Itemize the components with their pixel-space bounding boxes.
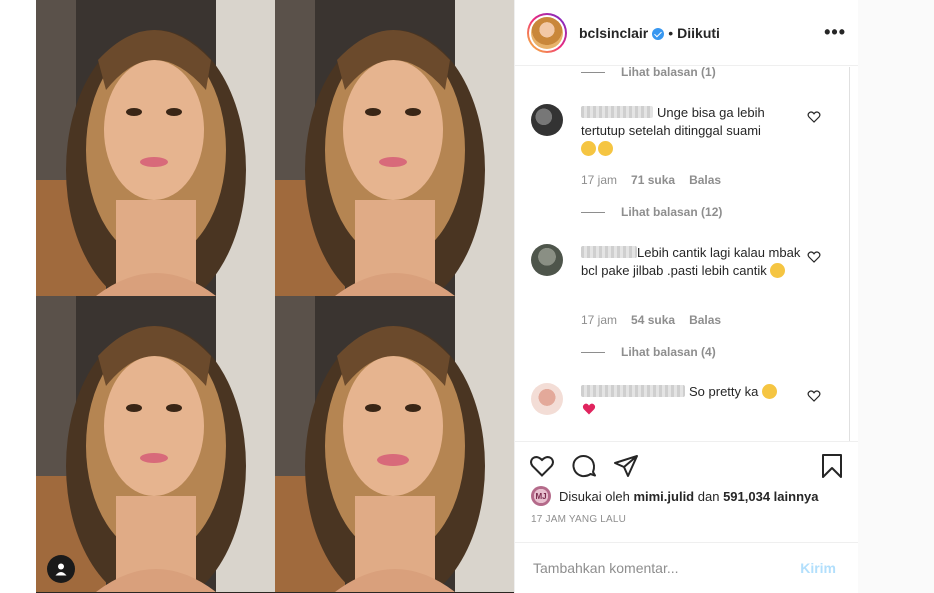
author-username[interactable]: bclsinclair [579,25,648,41]
comment-meta: 17 jam 54 suka Balas [581,313,721,327]
header-separator: • [668,24,674,41]
post-header: bclsinclair • Diikuti ••• [515,0,858,66]
share-paper-plane-icon[interactable] [613,454,639,478]
view-replies-label: Lihat balasan (1) [621,67,716,79]
like-comment-heart-icon[interactable] [807,110,821,124]
post-image[interactable] [36,0,514,593]
like-comment-heart-icon[interactable] [807,250,821,264]
loudly-crying-face-icon [581,141,596,156]
comment-bubble-icon[interactable] [571,453,597,479]
comment-time: 17 jam [581,313,618,327]
likes-connector: dan [697,488,720,504]
comment-meta: 17 jam 71 suka Balas [581,173,721,187]
liker-username[interactable]: mimi.julid [633,489,694,504]
like-heart-icon[interactable] [529,454,555,478]
divider-line [581,351,605,353]
add-comment-bar: Kirim [515,542,858,593]
save-bookmark-icon[interactable] [820,453,844,479]
view-replies-label: Lihat balasan (4) [621,345,716,359]
photo-tile-2 [275,0,514,296]
commenter-avatar[interactable] [531,104,563,136]
comment-time: 17 jam [581,173,618,187]
comments-list[interactable]: Lihat balasan (1) Unge bisa ga lebih ter… [515,67,858,441]
comment-input[interactable] [531,559,795,577]
blurred-username [581,385,685,397]
follow-status-button[interactable]: Diikuti [677,25,720,41]
loudly-crying-face-icon [598,141,613,156]
author-avatar[interactable] [527,12,567,53]
user-icon [55,563,67,576]
comment-text: Lebih cantik lagi kalau mbak bcl pake ji… [581,244,801,280]
photo-tile-3 [36,296,275,592]
post-side-panel: bclsinclair • Diikuti ••• Lihat balasan … [514,0,858,593]
commenter-avatar[interactable] [531,244,563,276]
post-comment-button[interactable]: Kirim [794,559,842,577]
reply-button[interactable]: Balas [689,313,721,327]
post-timestamp[interactable]: 17 JAM YANG LALU [515,514,858,525]
tagged-users-button[interactable] [47,555,75,583]
comment-text: So pretty ka [581,383,801,419]
likes-count[interactable]: 591,034 lainnya [723,489,818,504]
page-background-right [858,0,934,593]
red-heart-icon [582,403,596,415]
divider-line [581,71,605,73]
likes-prefix: Disukai oleh [559,488,630,504]
comment-likes[interactable]: 54 suka [631,313,675,327]
comment-content: So pretty ka [689,384,759,399]
comments-scrollbar[interactable] [849,67,850,441]
view-replies-button[interactable]: Lihat balasan (1) [581,67,716,79]
comment-likes[interactable]: 71 suka [631,173,675,187]
commenter-avatar[interactable] [531,383,563,415]
page-background-left [0,0,36,593]
post-actions: MJ Disukai oleh mimi.julid dan 591,034 l… [515,441,858,525]
view-replies-label: Lihat balasan (12) [621,205,723,219]
verified-badge-icon [652,27,665,40]
grinning-face-icon [770,263,786,278]
photo-tile-4 [275,296,514,592]
blurred-username [581,246,637,258]
likes-summary: MJ Disukai oleh mimi.julid dan 591,034 l… [515,484,858,508]
heart-eyes-face-icon [762,384,777,399]
liker-avatar[interactable]: MJ [531,486,551,506]
comment-text: Unge bisa ga lebih tertutup setelah diti… [581,104,801,158]
more-options-icon[interactable]: ••• [824,22,846,43]
divider-line [581,211,605,213]
view-replies-button[interactable]: Lihat balasan (4) [581,345,716,359]
blurred-username [581,106,653,118]
action-icons-row [515,442,858,490]
reply-button[interactable]: Balas [689,173,721,187]
photo-tile-1 [36,0,275,296]
view-replies-button[interactable]: Lihat balasan (12) [581,205,722,219]
like-comment-heart-icon[interactable] [807,389,821,403]
